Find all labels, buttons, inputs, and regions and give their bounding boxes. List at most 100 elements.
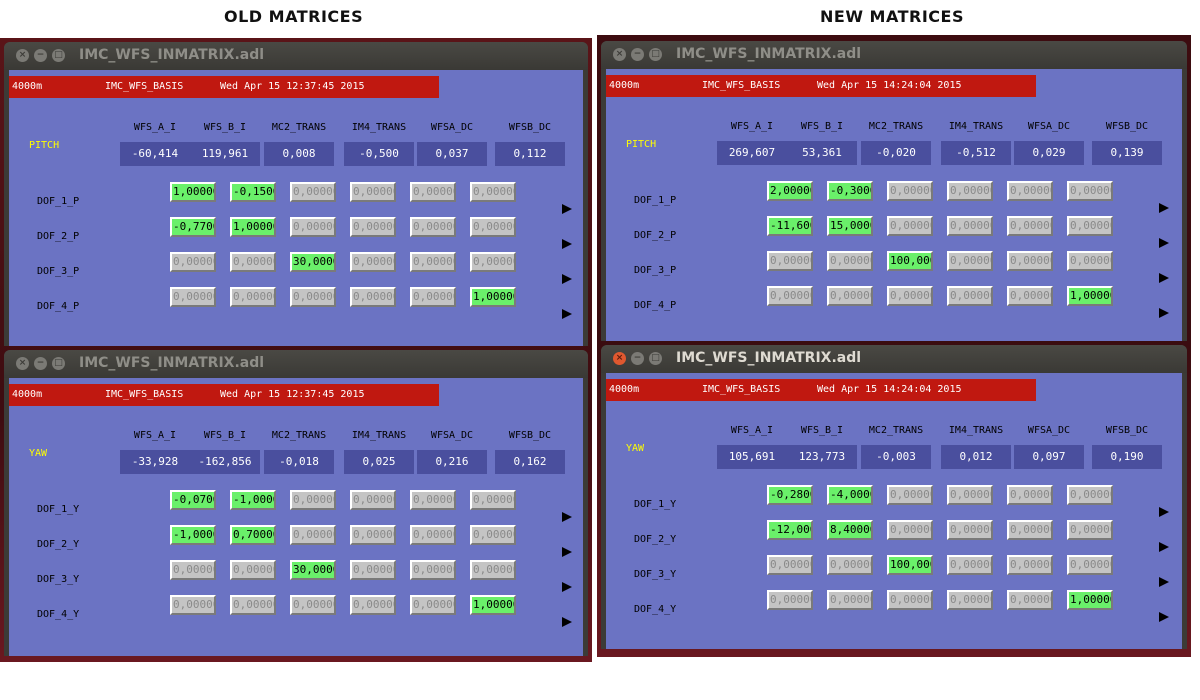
matrix-element-input[interactable]: 0,00000 <box>827 555 873 575</box>
matrix-element-input[interactable]: 0,00000 <box>350 252 396 272</box>
matrix-element-input[interactable]: 0,00000 <box>290 217 336 237</box>
window-titlebar[interactable]: × − □ IMC_WFS_INMATRIX.adl <box>4 350 588 378</box>
matrix-element-input[interactable]: 0,00000 <box>410 217 456 237</box>
matrix-element-input[interactable]: 0,00000 <box>290 182 336 202</box>
matrix-element-input[interactable]: 0,00000 <box>887 216 933 236</box>
minimize-window-icon[interactable]: − <box>34 357 47 370</box>
related-display-arrow-icon[interactable] <box>562 547 572 557</box>
related-display-arrow-icon[interactable] <box>1159 507 1169 517</box>
matrix-element-input[interactable]: 0,00000 <box>1067 555 1113 575</box>
related-display-arrow-icon[interactable] <box>1159 577 1169 587</box>
matrix-element-input[interactable]: -0,2800 <box>767 485 813 505</box>
matrix-element-input[interactable]: 0,00000 <box>887 181 933 201</box>
matrix-element-input[interactable]: 0,00000 <box>1007 520 1053 540</box>
related-display-arrow-icon[interactable] <box>1159 238 1169 248</box>
matrix-element-input[interactable]: 0,00000 <box>410 490 456 510</box>
matrix-element-input[interactable]: 0,00000 <box>947 555 993 575</box>
matrix-element-input[interactable]: 0,00000 <box>410 182 456 202</box>
matrix-element-input[interactable]: 0,00000 <box>410 287 456 307</box>
related-display-arrow-icon[interactable] <box>1159 308 1169 318</box>
related-display-arrow-icon[interactable] <box>562 512 572 522</box>
matrix-element-input[interactable]: 0,00000 <box>170 287 216 307</box>
matrix-element-input[interactable]: 0,00000 <box>470 252 516 272</box>
related-display-arrow-icon[interactable] <box>562 239 572 249</box>
close-window-icon[interactable]: × <box>613 352 626 365</box>
matrix-element-input[interactable]: 0,00000 <box>1067 485 1113 505</box>
related-display-arrow-icon[interactable] <box>562 204 572 214</box>
matrix-element-input[interactable]: 0,00000 <box>470 560 516 580</box>
matrix-element-input[interactable]: 0,00000 <box>947 216 993 236</box>
matrix-element-input[interactable]: 0,00000 <box>170 252 216 272</box>
matrix-element-input[interactable]: 0,00000 <box>887 520 933 540</box>
matrix-element-input[interactable]: -4,0000 <box>827 485 873 505</box>
matrix-element-input[interactable]: 0,00000 <box>350 217 396 237</box>
matrix-element-input[interactable]: 0,00000 <box>230 287 276 307</box>
matrix-element-input[interactable]: 0,00000 <box>350 182 396 202</box>
matrix-element-input[interactable]: 0,00000 <box>947 520 993 540</box>
matrix-element-input[interactable]: 1,00000 <box>470 287 516 307</box>
matrix-element-input[interactable]: -1,0000 <box>170 525 216 545</box>
matrix-element-input[interactable]: -0,0700 <box>170 490 216 510</box>
matrix-element-input[interactable]: 0,00000 <box>1007 251 1053 271</box>
matrix-element-input[interactable]: -0,3000 <box>827 181 873 201</box>
matrix-element-input[interactable]: 0,00000 <box>1007 590 1053 610</box>
matrix-element-input[interactable]: 15,0000 <box>827 216 873 236</box>
matrix-element-input[interactable]: 0,00000 <box>290 490 336 510</box>
matrix-element-input[interactable]: 1,00000 <box>1067 590 1113 610</box>
matrix-element-input[interactable]: 0,00000 <box>350 490 396 510</box>
matrix-element-input[interactable]: 0,00000 <box>887 485 933 505</box>
maximize-window-icon[interactable]: □ <box>649 48 662 61</box>
minimize-window-icon[interactable]: − <box>631 352 644 365</box>
matrix-element-input[interactable]: 0,00000 <box>1007 485 1053 505</box>
related-display-arrow-icon[interactable] <box>1159 203 1169 213</box>
matrix-element-input[interactable]: 0,00000 <box>290 287 336 307</box>
maximize-window-icon[interactable]: □ <box>52 49 65 62</box>
matrix-element-input[interactable]: 0,00000 <box>290 595 336 615</box>
close-window-icon[interactable]: × <box>613 48 626 61</box>
matrix-element-input[interactable]: 100,000 <box>887 555 933 575</box>
matrix-element-input[interactable]: 0,00000 <box>410 595 456 615</box>
matrix-element-input[interactable]: 0,00000 <box>470 525 516 545</box>
matrix-element-input[interactable]: 0,00000 <box>947 251 993 271</box>
maximize-window-icon[interactable]: □ <box>649 352 662 365</box>
matrix-element-input[interactable]: 2,00000 <box>767 181 813 201</box>
matrix-element-input[interactable]: 0,00000 <box>947 181 993 201</box>
matrix-element-input[interactable]: 0,00000 <box>887 590 933 610</box>
matrix-element-input[interactable]: 0,00000 <box>1007 181 1053 201</box>
matrix-element-input[interactable]: 0,00000 <box>230 252 276 272</box>
window-titlebar[interactable]: × − □ IMC_WFS_INMATRIX.adl <box>4 42 588 70</box>
matrix-element-input[interactable]: 30,0000 <box>290 252 336 272</box>
matrix-element-input[interactable]: 0,00000 <box>1067 520 1113 540</box>
matrix-element-input[interactable]: 0,00000 <box>767 590 813 610</box>
matrix-element-input[interactable]: 0,00000 <box>827 251 873 271</box>
matrix-element-input[interactable]: 1,00000 <box>470 595 516 615</box>
minimize-window-icon[interactable]: − <box>34 49 47 62</box>
matrix-element-input[interactable]: 0,00000 <box>1007 555 1053 575</box>
matrix-element-input[interactable]: 0,00000 <box>1067 181 1113 201</box>
related-display-arrow-icon[interactable] <box>1159 612 1169 622</box>
matrix-element-input[interactable]: 0,00000 <box>1007 286 1053 306</box>
matrix-element-input[interactable]: -0,1500 <box>230 182 276 202</box>
matrix-element-input[interactable]: 0,00000 <box>350 287 396 307</box>
matrix-element-input[interactable]: 0,70000 <box>230 525 276 545</box>
related-display-arrow-icon[interactable] <box>562 309 572 319</box>
matrix-element-input[interactable]: 30,0000 <box>290 560 336 580</box>
matrix-element-input[interactable]: 1,00000 <box>230 217 276 237</box>
related-display-arrow-icon[interactable] <box>562 274 572 284</box>
window-titlebar[interactable]: × − □ IMC_WFS_INMATRIX.adl <box>601 41 1187 69</box>
matrix-element-input[interactable]: 0,00000 <box>947 590 993 610</box>
related-display-arrow-icon[interactable] <box>562 617 572 627</box>
matrix-element-input[interactable]: -1,0000 <box>230 490 276 510</box>
matrix-element-input[interactable]: 1,00000 <box>170 182 216 202</box>
matrix-element-input[interactable]: 0,00000 <box>470 490 516 510</box>
minimize-window-icon[interactable]: − <box>631 48 644 61</box>
matrix-element-input[interactable]: 0,00000 <box>230 595 276 615</box>
matrix-element-input[interactable]: 0,00000 <box>350 595 396 615</box>
matrix-element-input[interactable]: 0,00000 <box>827 590 873 610</box>
matrix-element-input[interactable]: 0,00000 <box>470 182 516 202</box>
matrix-element-input[interactable]: 0,00000 <box>170 560 216 580</box>
related-display-arrow-icon[interactable] <box>1159 542 1169 552</box>
matrix-element-input[interactable]: 0,00000 <box>767 286 813 306</box>
matrix-element-input[interactable]: 0,00000 <box>1067 216 1113 236</box>
matrix-element-input[interactable]: 0,00000 <box>887 286 933 306</box>
